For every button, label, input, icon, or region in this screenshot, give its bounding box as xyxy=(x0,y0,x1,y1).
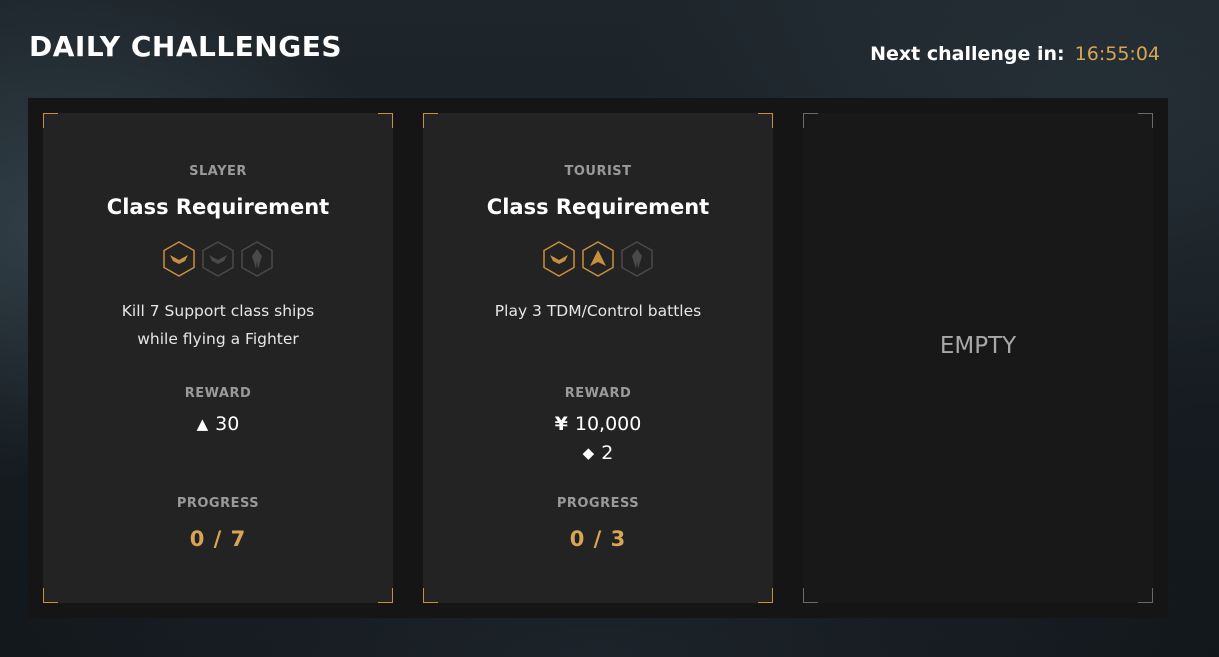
corner-bracket xyxy=(1138,588,1153,603)
fighter-class-icon xyxy=(543,241,575,277)
challenge-category: TOURIST xyxy=(564,164,632,179)
challenge-card-tourist[interactable]: TOURIST Class Requirement Play 3 TDM/Con… xyxy=(423,113,773,603)
reward-item: ◆ 2 xyxy=(423,442,773,464)
frigate-class-icon xyxy=(241,241,273,277)
yen-icon: ¥ xyxy=(554,413,568,435)
reward-value: 10,000 xyxy=(574,413,642,435)
reward-label: REWARD xyxy=(184,386,252,401)
timer-label: Next challenge in: xyxy=(870,43,1065,65)
challenge-category: SLAYER xyxy=(189,164,247,179)
empty-slot-label: EMPTY xyxy=(939,333,1017,359)
challenge-card-slayer[interactable]: SLAYER Class Requirement Kill 7 Support … xyxy=(43,113,393,603)
corner-bracket xyxy=(423,113,438,128)
corner-bracket xyxy=(43,113,58,128)
challenge-requirement: Class Requirement xyxy=(106,195,330,219)
corner-bracket xyxy=(803,588,818,603)
corner-bracket xyxy=(803,113,818,128)
challenges-panel: SLAYER Class Requirement Kill 7 Support … xyxy=(28,98,1168,618)
progress-value: 0 / 3 xyxy=(569,527,627,551)
reward-label: REWARD xyxy=(564,386,632,401)
reward-item: ¥ 10,000 xyxy=(423,413,773,435)
corner-bracket xyxy=(423,588,438,603)
reward-value: 30 xyxy=(215,413,240,435)
progress-label: PROGRESS xyxy=(556,496,640,511)
triangle-icon: ▲ xyxy=(196,415,209,433)
corner-bracket xyxy=(43,588,58,603)
challenge-card-empty: EMPTY xyxy=(803,113,1153,603)
reward-value: 2 xyxy=(601,442,614,464)
fighter-class-icon xyxy=(202,241,234,277)
challenge-description: Kill 7 Support class ships while flying … xyxy=(63,297,373,353)
class-badges xyxy=(423,241,773,277)
description-line: Play 3 TDM/Control battles xyxy=(494,302,702,320)
corner-bracket xyxy=(378,588,393,603)
corner-bracket xyxy=(1138,113,1153,128)
corner-bracket xyxy=(758,588,773,603)
timer-value: 16:55:04 xyxy=(1074,43,1160,65)
reward-item: ▲ 30 xyxy=(43,413,393,435)
challenge-description: Play 3 TDM/Control battles xyxy=(443,297,753,325)
progress-value: 0 / 7 xyxy=(189,527,247,551)
corner-bracket xyxy=(378,113,393,128)
page-title: DAILY CHALLENGES xyxy=(29,30,343,63)
challenge-requirement: Class Requirement xyxy=(486,195,710,219)
frigate-class-icon xyxy=(621,241,653,277)
diamond-icon: ◆ xyxy=(582,444,595,462)
corner-bracket xyxy=(758,113,773,128)
description-line: while flying a Fighter xyxy=(137,330,299,348)
next-challenge-timer: Next challenge in: 16:55:04 xyxy=(870,43,1160,65)
class-badges xyxy=(43,241,393,277)
fighter-class-icon xyxy=(163,241,195,277)
description-line: Kill 7 Support class ships xyxy=(121,302,315,320)
interceptor-class-icon xyxy=(582,241,614,277)
progress-label: PROGRESS xyxy=(176,496,260,511)
